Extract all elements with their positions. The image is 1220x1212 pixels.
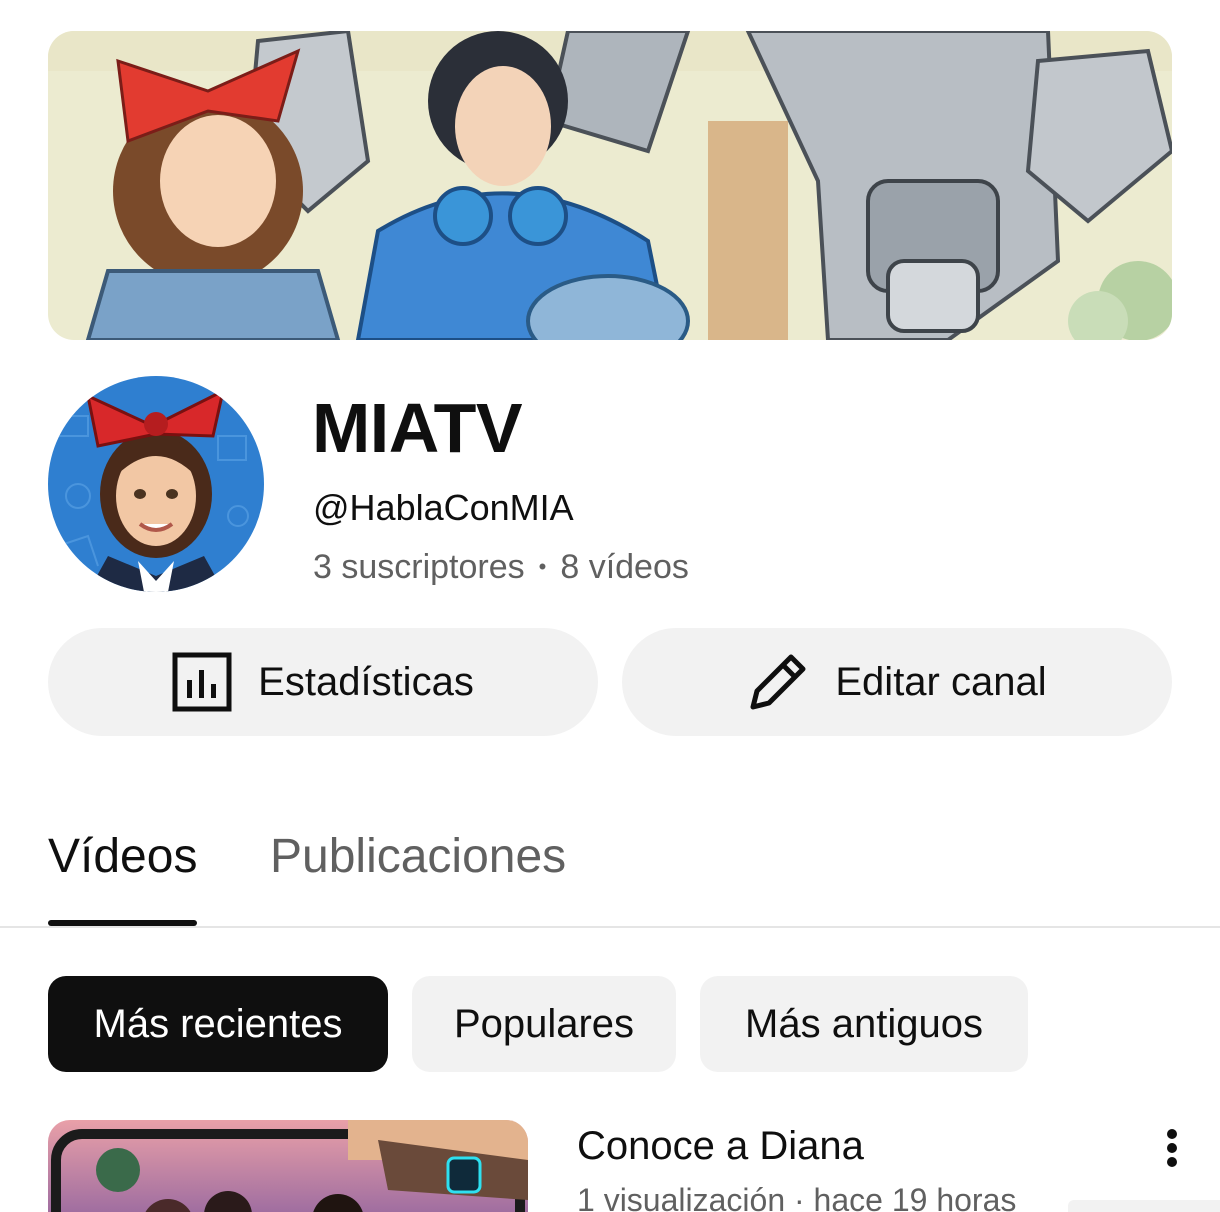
tab-posts[interactable]: Publicaciones (270, 828, 566, 886)
video-count: 8 vídeos (560, 548, 689, 586)
subscriber-count: 3 suscriptores (313, 548, 525, 586)
edit-channel-button[interactable]: Editar canal (622, 628, 1172, 736)
video-title[interactable]: Conoce a Diana (577, 1122, 864, 1170)
filter-chip-recent[interactable]: Más recientes (48, 976, 388, 1072)
edit-channel-label: Editar canal (835, 659, 1047, 704)
more-options-icon[interactable] (1150, 1124, 1194, 1172)
stats-separator: • (538, 554, 547, 579)
channel-handle: @HablaConMIA (313, 487, 574, 528)
tab-selected-indicator (48, 920, 197, 926)
video-thumbnail[interactable] (48, 1120, 528, 1212)
filter-chip-oldest[interactable]: Más antiguos (700, 976, 1028, 1072)
statistics-button[interactable]: Estadísticas (48, 628, 598, 736)
statistics-label: Estadísticas (258, 659, 474, 704)
bottom-overlay (1068, 1200, 1220, 1212)
channel-name: MIATV (312, 389, 523, 467)
channel-tabs: Vídeos Publicaciones (0, 800, 1220, 928)
video-meta: 1 visualización · hace 19 horas (577, 1182, 1017, 1212)
channel-stats[interactable]: 3 suscriptores • 8 vídeos (313, 546, 689, 588)
filter-chip-popular[interactable]: Populares (412, 976, 676, 1072)
tab-videos[interactable]: Vídeos (48, 828, 197, 886)
pencil-icon (747, 651, 809, 713)
channel-banner (48, 31, 1172, 340)
channel-avatar[interactable] (48, 376, 264, 592)
bar-chart-icon (172, 652, 232, 712)
